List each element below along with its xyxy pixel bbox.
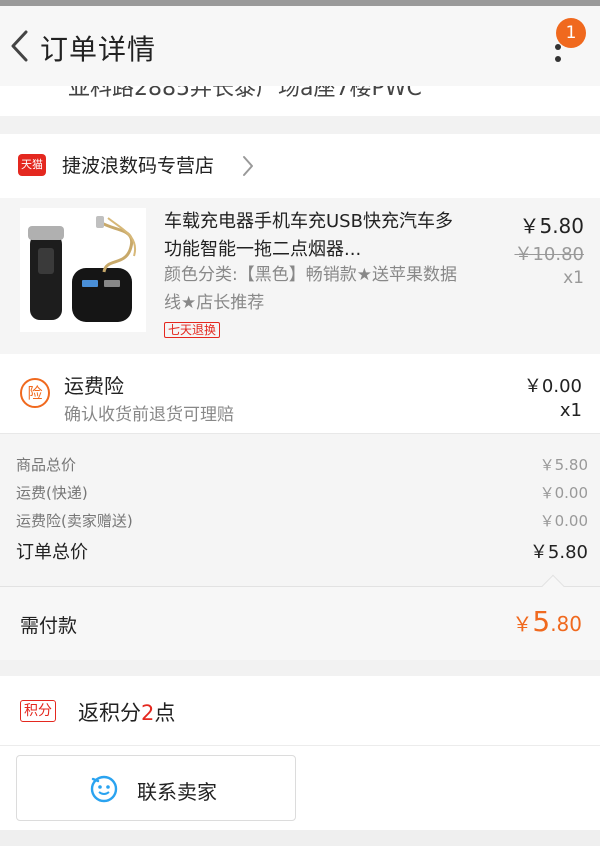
- summary-value: ￥0.00: [539, 512, 588, 530]
- address-text: 亚科路2885弄长泰广场a座7楼PWC: [68, 86, 422, 101]
- more-dot: [555, 56, 561, 62]
- insurance-subtitle: 确认收货前退货可理赔: [64, 405, 234, 425]
- amount-integer: 5: [532, 605, 551, 638]
- chevron-right-icon: [243, 156, 253, 176]
- insurance-price: ￥0.00: [523, 376, 582, 397]
- seven-day-return-tag: 七天退换: [164, 322, 221, 338]
- contact-seller-label: 联系卖家: [137, 780, 217, 804]
- order-total-value: ￥5.80: [529, 542, 588, 563]
- product-price: ￥5.80: [519, 214, 584, 238]
- points-suffix: 点: [154, 701, 176, 725]
- product-title: 车载充电器手机车充USB快充汽车多功能智能一拖二点烟器...: [164, 211, 453, 260]
- back-arrow-icon[interactable]: [6, 26, 34, 66]
- summary-value: ￥5.80: [539, 456, 588, 474]
- insurance-quantity: x1: [559, 400, 582, 421]
- points-row: 积分 返积分2点: [0, 676, 600, 746]
- summary-row: 运费(快递) ￥0.00: [16, 482, 588, 510]
- amount-due-value: ￥5.80: [512, 605, 582, 638]
- summary-label: 商品总价: [16, 456, 77, 474]
- summary-row: 运费险(卖家赠送) ￥0.00: [16, 510, 588, 538]
- summary-row: 商品总价 ￥5.80: [16, 454, 588, 482]
- product-original-price: ￥10.80: [514, 244, 584, 265]
- summary-label: 运费(快递): [16, 484, 88, 502]
- points-prefix: 返积分: [78, 701, 141, 725]
- insurance-icon: 险: [20, 378, 50, 408]
- contact-seller-button[interactable]: 联系卖家: [16, 755, 296, 821]
- header-bar: 订单详情 1: [0, 6, 600, 86]
- product-thumbnail: [20, 208, 146, 332]
- product-item[interactable]: 车载充电器手机车充USB快充汽车多功能智能一拖二点烟器... 颜色分类:【黑色】…: [0, 198, 600, 354]
- order-total-row: 订单总价 ￥5.80: [16, 538, 588, 566]
- more-dot: [555, 44, 561, 50]
- summary-value: ￥0.00: [539, 484, 588, 502]
- shop-name: 捷波浪数码专营店: [62, 155, 215, 177]
- order-total-label: 订单总价: [16, 542, 88, 563]
- currency-symbol: ￥: [512, 612, 533, 636]
- contact-section: 联系卖家: [0, 746, 600, 830]
- points-number: 2: [141, 701, 155, 725]
- insurance-title: 运费险: [64, 374, 124, 398]
- points-badge: 积分: [20, 700, 56, 722]
- page-title: 订单详情: [40, 33, 157, 66]
- shop-row[interactable]: 天猫 捷波浪数码专营店: [0, 134, 600, 198]
- bottom-strip: [0, 830, 600, 846]
- price-summary: 商品总价 ￥5.80 运费(快递) ￥0.00 运费险(卖家赠送) ￥0.00 …: [0, 434, 600, 586]
- shipping-insurance-row[interactable]: 险 运费险 确认收货前退货可理赔 ￥0.00 x1: [0, 354, 600, 434]
- notification-badge: 1: [556, 18, 586, 48]
- address-partial: 亚科路2885弄长泰广场a座7楼PWC: [0, 86, 600, 116]
- amount-due-row: 需付款 ￥5.80: [0, 574, 600, 660]
- amount-decimal: .80: [550, 612, 582, 636]
- amount-due-label: 需付款: [20, 615, 78, 637]
- points-text: 返积分2点: [78, 697, 175, 727]
- summary-label: 运费险(卖家赠送): [16, 512, 133, 530]
- product-spec: 颜色分类:【黑色】畅销款★送苹果数据线★店长推荐: [164, 265, 457, 313]
- chat-bubble-icon: [90, 775, 118, 803]
- tmall-icon: 天猫: [18, 154, 46, 176]
- product-quantity: x1: [563, 268, 584, 288]
